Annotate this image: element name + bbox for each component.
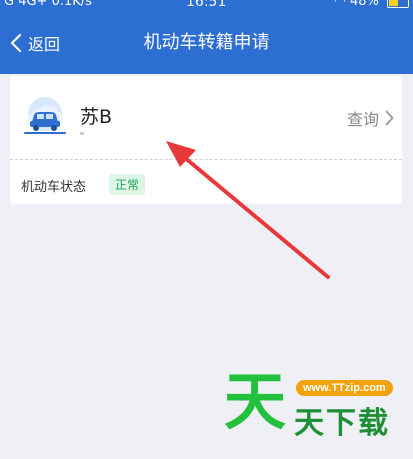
status-badge: 正常	[109, 174, 146, 195]
query-label: 查询	[346, 110, 379, 129]
back-button[interactable]: 返回	[10, 28, 60, 58]
vehicle-status-label: 机动车状态	[21, 180, 87, 195]
plate-sub-mark	[80, 132, 84, 135]
plate-number: 苏B	[80, 106, 113, 128]
chevron-left-icon	[10, 33, 22, 53]
card-divider	[10, 159, 402, 160]
battery-percent: 48%	[349, 0, 379, 9]
car-icon	[24, 97, 66, 134]
status-bar: G 4G+ 0.1K/s 16:51 ◠ 48%	[0, 0, 413, 10]
status-bar-left: G 4G+ 0.1K/s	[4, 0, 92, 10]
status-bar-right: ◠ 48%	[334, 0, 409, 10]
chevron-right-icon	[385, 110, 394, 126]
back-label: 返回	[28, 35, 61, 54]
vehicle-card[interactable]: 苏B 查询 机动车状态 正常	[10, 76, 402, 204]
signal-indicator: G 4G+	[4, 0, 48, 9]
watermark-url: www.TTzip.com	[296, 380, 393, 396]
page-title: 机动车转籍申请	[143, 32, 270, 53]
watermark-glyph: 天	[224, 365, 287, 438]
network-speed: 0.1K/s	[51, 0, 92, 9]
watermark-site-name: 天下载	[294, 406, 390, 441]
query-button[interactable]: 查询	[347, 106, 394, 130]
app-header: G 4G+ 0.1K/s 16:51 ◠ 48% 返回 机动车转籍申请	[0, 0, 413, 74]
clock: 16:51	[186, 0, 227, 10]
watermark-logo: 天 www.TTzip.com 天下载	[224, 366, 410, 456]
battery-icon	[387, 0, 409, 8]
wifi-icon: ◠	[334, 0, 346, 9]
